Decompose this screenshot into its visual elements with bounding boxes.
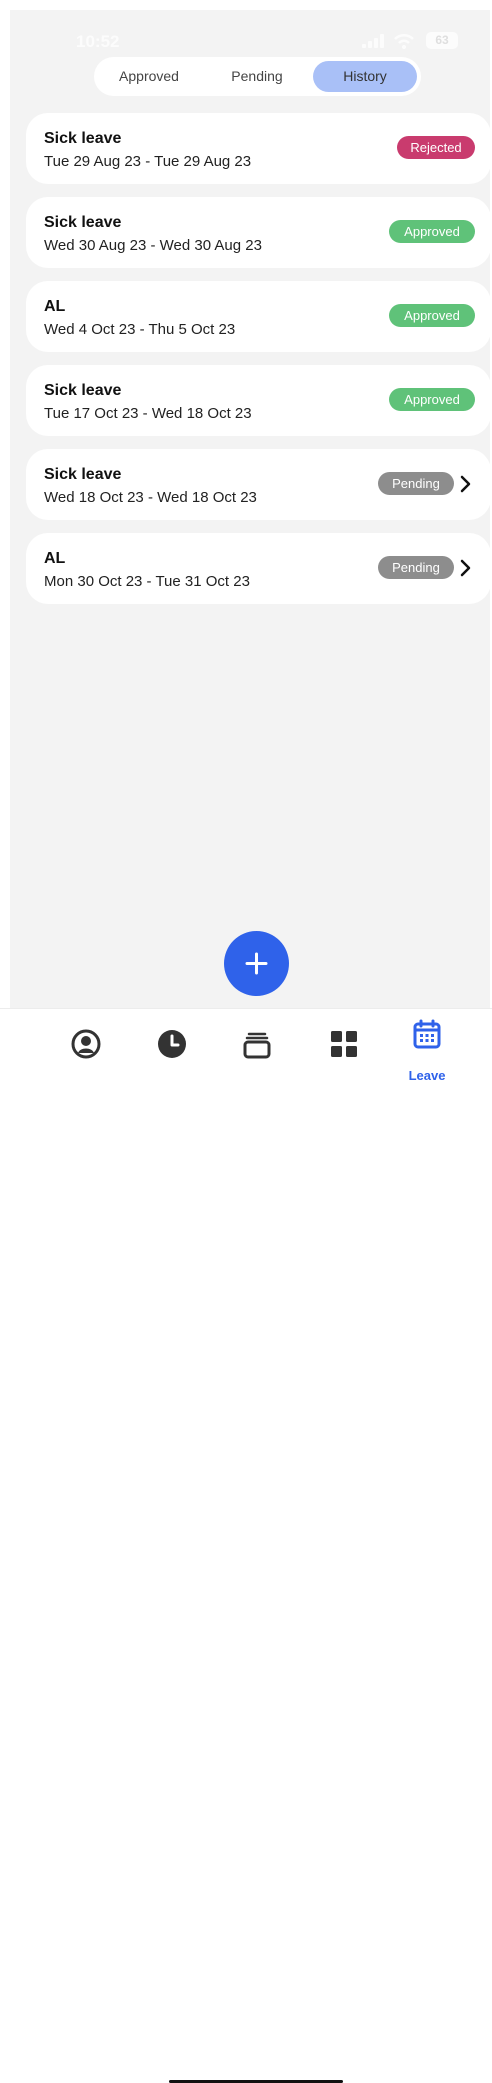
leave-status-tabs: Approved Pending History <box>94 57 421 96</box>
status-badge: Approved <box>389 388 475 411</box>
leave-type: Sick leave <box>44 130 122 147</box>
status-bar: 10:52 63 <box>10 10 490 60</box>
chevron-right-icon[interactable] <box>459 558 473 578</box>
leave-type: AL <box>44 550 66 567</box>
leave-card[interactable]: Sick leave Tue 17 Oct 23 - Wed 18 Oct 23… <box>26 365 490 436</box>
leave-card[interactable]: Sick leave Wed 30 Aug 23 - Wed 30 Aug 23… <box>26 197 490 268</box>
nav-stack[interactable] <box>231 1017 283 1071</box>
nav-leave[interactable]: Leave <box>401 1017 453 1083</box>
leave-type: Sick leave <box>44 466 122 483</box>
battery-indicator: 63 <box>426 32 458 49</box>
leave-history-screen: 10:52 63 Approved Pending History Sick l… <box>10 10 490 1008</box>
leave-dates: Wed 4 Oct 23 - Thu 5 Oct 23 <box>44 321 236 338</box>
leave-dates: Wed 30 Aug 23 - Wed 30 Aug 23 <box>44 237 262 254</box>
nav-leave-label: Leave <box>408 1068 446 1083</box>
leave-card[interactable]: AL Wed 4 Oct 23 - Thu 5 Oct 23 Approved <box>26 281 490 352</box>
status-time: 10:52 <box>76 32 120 51</box>
chevron-right-icon[interactable] <box>459 474 473 494</box>
tab-history[interactable]: History <box>313 61 417 92</box>
nav-profile[interactable] <box>60 1017 112 1071</box>
profile-icon <box>71 1029 101 1059</box>
stack-icon <box>243 1032 271 1059</box>
status-badge: Pending <box>378 472 454 495</box>
tab-approved[interactable]: Approved <box>106 61 192 92</box>
plus-icon <box>245 952 268 975</box>
leave-dates: Tue 17 Oct 23 - Wed 18 Oct 23 <box>44 405 252 422</box>
leave-dates: Mon 30 Oct 23 - Tue 31 Oct 23 <box>44 573 250 590</box>
leave-card[interactable]: Sick leave Tue 29 Aug 23 - Tue 29 Aug 23… <box>26 113 490 184</box>
clock-icon <box>158 1030 186 1058</box>
leave-type: AL <box>44 298 66 315</box>
signal-icon <box>362 34 386 48</box>
calendar-icon <box>413 1019 441 1049</box>
wifi-icon <box>394 34 414 49</box>
status-badge: Pending <box>378 556 454 579</box>
leave-dates: Wed 18 Oct 23 - Wed 18 Oct 23 <box>44 489 257 506</box>
status-badge: Approved <box>389 220 475 243</box>
leave-type: Sick leave <box>44 382 122 399</box>
leave-card[interactable]: AL Mon 30 Oct 23 - Tue 31 Oct 23 Pending <box>26 533 490 604</box>
nav-time[interactable] <box>146 1017 198 1071</box>
add-leave-button[interactable] <box>224 931 289 996</box>
nav-dashboard[interactable] <box>318 1017 370 1071</box>
leave-type: Sick leave <box>44 214 122 231</box>
leave-dates: Tue 29 Aug 23 - Tue 29 Aug 23 <box>44 153 252 170</box>
tab-pending[interactable]: Pending <box>214 61 300 92</box>
dashboard-icon <box>331 1031 357 1057</box>
status-badge: Approved <box>389 304 475 327</box>
leave-card[interactable]: Sick leave Wed 18 Oct 23 - Wed 18 Oct 23… <box>26 449 490 520</box>
bottom-navigation: Leave <box>0 1008 492 2083</box>
status-badge: Rejected <box>397 136 475 159</box>
